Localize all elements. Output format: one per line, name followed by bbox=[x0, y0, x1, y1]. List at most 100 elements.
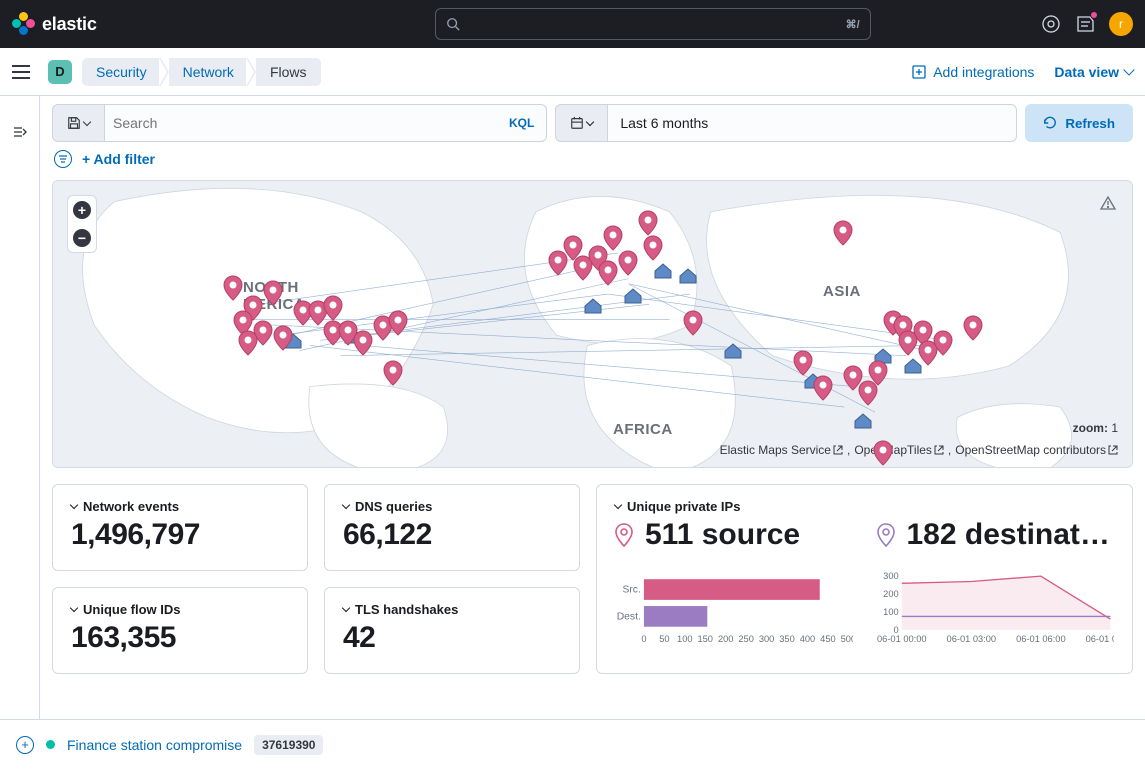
search-input-wrap: KQL bbox=[104, 104, 547, 142]
breadcrumb-flows: Flows bbox=[256, 58, 321, 86]
zoom-level: zoom: 1 bbox=[1073, 421, 1118, 435]
svg-text:300: 300 bbox=[759, 634, 774, 644]
svg-text:100: 100 bbox=[677, 634, 693, 644]
source-pin-icon bbox=[273, 325, 293, 351]
source-pin-icon bbox=[223, 275, 243, 301]
attrib-osm[interactable]: OpenStreetMap contributors bbox=[955, 443, 1118, 457]
zoom-controls: + − bbox=[67, 195, 97, 253]
stat-network-events: Network events 1,496,797 bbox=[52, 484, 308, 571]
kql-toggle[interactable]: KQL bbox=[505, 112, 538, 134]
stat-value: 163,355 bbox=[71, 621, 289, 655]
stat-header[interactable]: Network events bbox=[71, 499, 289, 514]
svg-text:150: 150 bbox=[698, 634, 714, 644]
source-pin-icon bbox=[353, 330, 373, 356]
sub-header: D Security Network Flows Add integration… bbox=[0, 48, 1145, 96]
destination-marker-icon bbox=[724, 343, 742, 359]
stat-value: 66,122 bbox=[343, 518, 561, 552]
refresh-button[interactable]: Refresh bbox=[1025, 104, 1133, 142]
timeline-name-link[interactable]: Finance station compromise bbox=[67, 737, 242, 753]
source-pin-icon bbox=[603, 225, 623, 251]
add-integrations-link[interactable]: Add integrations bbox=[911, 64, 1034, 80]
svg-text:06-01 03:00: 06-01 03:00 bbox=[946, 634, 996, 644]
stat-dns-queries: DNS queries 66,122 bbox=[324, 484, 580, 571]
space-selector[interactable]: D bbox=[48, 60, 72, 84]
help-icon[interactable] bbox=[1041, 14, 1061, 34]
integration-icon bbox=[911, 64, 927, 80]
stat-header[interactable]: Unique flow IDs bbox=[71, 602, 289, 617]
svg-text:Src.: Src. bbox=[622, 585, 640, 596]
brand-logo[interactable]: elastic bbox=[12, 12, 97, 36]
external-link-icon bbox=[1108, 445, 1118, 455]
stat-unique-flow: Unique flow IDs 163,355 bbox=[52, 587, 308, 674]
add-timeline-button[interactable]: + bbox=[16, 736, 34, 754]
main-content: KQL Last 6 months Refresh + Add filter bbox=[40, 96, 1145, 719]
source-pin-icon bbox=[833, 220, 853, 246]
search-shortcut: ⌘/ bbox=[846, 18, 860, 31]
source-pin-icon bbox=[873, 440, 893, 466]
stat-header[interactable]: Unique private IPs bbox=[615, 499, 1114, 514]
map-label-asia: ASIA bbox=[823, 283, 861, 300]
source-pin-icon bbox=[933, 330, 953, 356]
page-body: KQL Last 6 months Refresh + Add filter bbox=[0, 96, 1145, 719]
newsfeed-icon[interactable] bbox=[1075, 14, 1095, 34]
destination-marker-icon bbox=[584, 298, 602, 314]
notification-dot-icon bbox=[1090, 11, 1098, 19]
source-pin-icon bbox=[618, 250, 638, 276]
filter-options-icon[interactable] bbox=[54, 150, 72, 168]
mini-charts: Src.Dest.050100150200250300350400450500 … bbox=[615, 572, 1114, 644]
breadcrumb-security[interactable]: Security bbox=[82, 58, 161, 86]
stat-header[interactable]: DNS queries bbox=[343, 499, 561, 514]
source-dest-line-chart: 010020030006-01 00:0006-01 03:0006-01 06… bbox=[877, 572, 1115, 644]
breadcrumb: Security Network Flows bbox=[82, 58, 321, 86]
warning-icon[interactable] bbox=[1100, 195, 1116, 214]
user-avatar[interactable]: r bbox=[1109, 12, 1133, 36]
breadcrumb-network[interactable]: Network bbox=[169, 58, 248, 86]
global-search[interactable]: ⌘/ bbox=[435, 8, 871, 40]
attrib-elastic-maps[interactable]: Elastic Maps Service bbox=[720, 443, 843, 457]
svg-text:400: 400 bbox=[800, 634, 816, 644]
destination-pin-icon bbox=[877, 523, 895, 547]
chevron-down-icon bbox=[342, 604, 350, 612]
svg-text:250: 250 bbox=[738, 634, 754, 644]
source-pin-icon bbox=[383, 360, 403, 386]
stat-header[interactable]: TLS handshakes bbox=[343, 602, 561, 617]
stats-row: Network events 1,496,797 Unique flow IDs… bbox=[52, 484, 1133, 674]
timeline-bar: + Finance station compromise 37619390 bbox=[0, 719, 1145, 769]
date-quick-select[interactable] bbox=[555, 104, 607, 142]
chevron-down-icon bbox=[70, 501, 78, 509]
expand-rail-icon bbox=[12, 124, 28, 140]
destination-ip-count: 182 destinat… bbox=[877, 518, 1115, 552]
chevron-down-icon bbox=[83, 117, 91, 125]
chevron-down-icon bbox=[586, 117, 594, 125]
search-input[interactable] bbox=[113, 115, 505, 131]
svg-text:450: 450 bbox=[820, 634, 836, 644]
external-link-icon bbox=[833, 445, 843, 455]
network-map[interactable]: NORTH MERICA ASIA AFRICA [ [180,120],[20… bbox=[52, 180, 1133, 468]
date-range-display[interactable]: Last 6 months bbox=[607, 104, 1017, 142]
svg-text:06-01 09:00: 06-01 09:00 bbox=[1085, 634, 1114, 644]
svg-text:50: 50 bbox=[659, 634, 669, 644]
svg-text:06-01 00:00: 06-01 00:00 bbox=[877, 634, 927, 644]
timeline-flyout-rail[interactable] bbox=[0, 96, 40, 719]
source-pin-icon bbox=[323, 295, 343, 321]
stat-tls: TLS handshakes 42 bbox=[324, 587, 580, 674]
source-pin-icon bbox=[388, 310, 408, 336]
disk-icon bbox=[67, 116, 81, 130]
data-view-selector[interactable]: Data view bbox=[1054, 64, 1133, 80]
timeline-status-dot-icon bbox=[46, 740, 55, 749]
attrib-openmaptiles[interactable]: OpenMapTiles bbox=[854, 443, 944, 457]
zoom-in-button[interactable]: + bbox=[68, 196, 96, 224]
svg-text:500: 500 bbox=[841, 634, 853, 644]
zoom-out-button[interactable]: − bbox=[68, 224, 96, 252]
stat-value: 42 bbox=[343, 621, 561, 655]
calendar-icon bbox=[570, 116, 584, 130]
add-filter-button[interactable]: + Add filter bbox=[82, 151, 155, 167]
nav-toggle-icon[interactable] bbox=[12, 60, 36, 84]
search-icon bbox=[446, 17, 460, 31]
source-pin-icon bbox=[263, 280, 283, 306]
external-link-icon bbox=[934, 445, 944, 455]
saved-queries-button[interactable] bbox=[52, 104, 104, 142]
filter-bar: + Add filter bbox=[52, 150, 1133, 168]
timeline-event-count: 37619390 bbox=[254, 735, 323, 755]
map-label-africa: AFRICA bbox=[613, 421, 673, 438]
